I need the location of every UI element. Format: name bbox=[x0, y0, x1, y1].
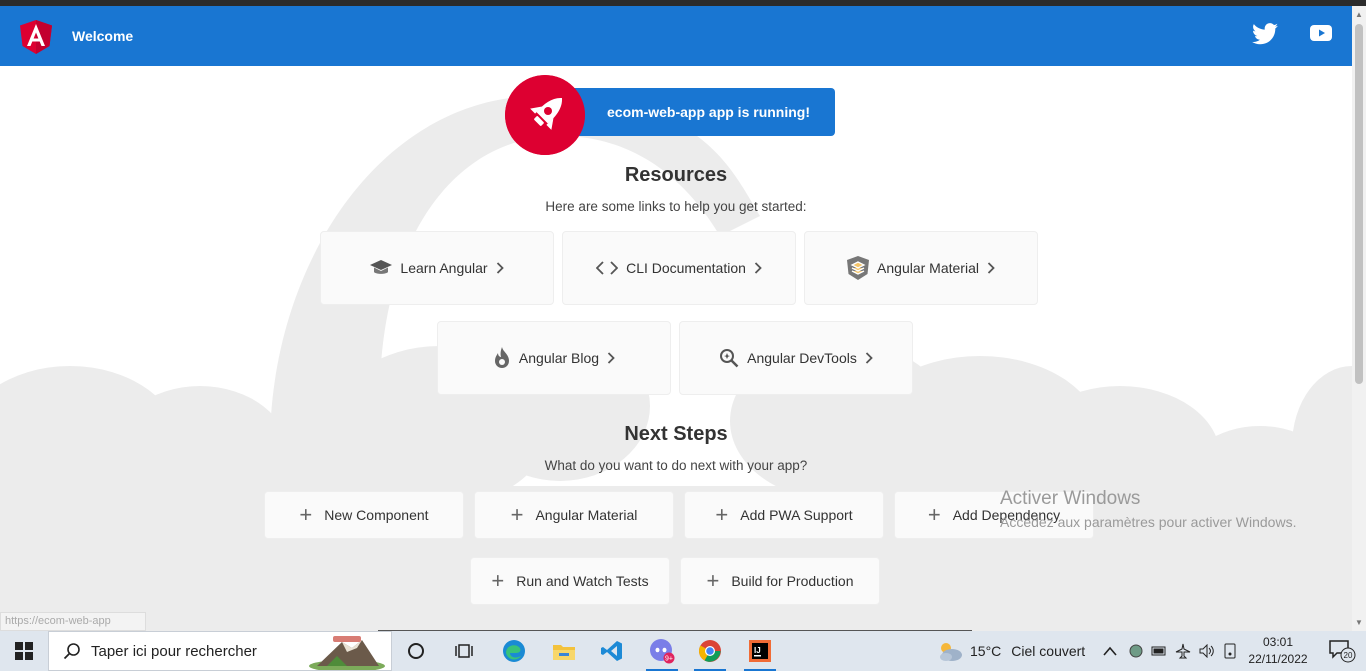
system-tray-icons bbox=[1103, 631, 1237, 671]
learn-angular-link[interactable]: Learn Angular bbox=[320, 231, 554, 305]
angular-blog-link[interactable]: Angular Blog bbox=[437, 321, 671, 395]
file-explorer-button[interactable] bbox=[540, 631, 588, 671]
app-toolbar: Welcome bbox=[0, 6, 1352, 66]
scroll-down-arrow-icon[interactable]: ▼ bbox=[1355, 618, 1363, 627]
graduation-cap-icon bbox=[370, 260, 393, 274]
learn-angular-label: Learn Angular bbox=[400, 260, 488, 276]
plus-icon: + bbox=[510, 502, 524, 527]
step-label: Run and Watch Tests bbox=[516, 573, 649, 589]
step-label: New Component bbox=[324, 507, 429, 523]
angular-material-step-button[interactable]: + Angular Material bbox=[474, 491, 674, 539]
chrome-icon bbox=[699, 640, 721, 662]
step-label: Build for Production bbox=[731, 573, 854, 589]
cli-documentation-label: CLI Documentation bbox=[626, 260, 746, 276]
windows-activation-watermark: Activer Windows Accédez aux paramètres p… bbox=[1000, 488, 1296, 530]
toolbar-title: Welcome bbox=[72, 28, 134, 44]
page-scrollbar[interactable]: ▲ ▼ bbox=[1352, 6, 1366, 631]
browser-status-url: https://ecom-web-app bbox=[0, 612, 146, 631]
main-content: ecom-web-app app is running! Resources H… bbox=[0, 66, 1352, 631]
svg-text:20: 20 bbox=[1344, 651, 1353, 660]
angular-material-link[interactable]: Angular Material bbox=[804, 231, 1038, 305]
resources-heading: Resources bbox=[624, 164, 728, 186]
intellij-icon: IJ bbox=[749, 640, 771, 662]
edge-taskbar-button[interactable] bbox=[490, 631, 538, 671]
cortana-button[interactable] bbox=[392, 631, 440, 671]
svg-text:IJ: IJ bbox=[754, 646, 761, 655]
windows-taskbar: Taper ici pour rechercher 9+ IJ 15°C Cie… bbox=[0, 631, 1366, 671]
chevron-right-icon bbox=[607, 352, 615, 364]
windows-logo-icon bbox=[15, 642, 33, 660]
weather-temperature: 15°C bbox=[970, 643, 1002, 659]
vscode-icon bbox=[601, 641, 622, 661]
taskbar-search-box[interactable]: Taper ici pour rechercher bbox=[48, 631, 392, 671]
activation-title: Activer Windows bbox=[1000, 488, 1141, 509]
clock-date: 22/11/2022 bbox=[1248, 652, 1308, 666]
next-steps-heading: Next Steps bbox=[624, 423, 728, 445]
device-icon[interactable] bbox=[1223, 643, 1237, 659]
resources-subheading: Here are some links to help you get star… bbox=[545, 199, 807, 214]
build-for-production-button[interactable]: + Build for Production bbox=[680, 557, 880, 605]
rocket-icon bbox=[505, 75, 585, 155]
weather-condition: Ciel couvert bbox=[1011, 643, 1086, 659]
battery-icon[interactable] bbox=[1151, 644, 1167, 658]
weather-widget[interactable]: 15°C Ciel couvert bbox=[936, 631, 1085, 671]
angular-devtools-label: Angular DevTools bbox=[747, 350, 857, 366]
notification-center-button[interactable]: 20 bbox=[1318, 631, 1366, 671]
angular-material-icon bbox=[847, 256, 870, 280]
file-explorer-icon bbox=[553, 645, 575, 660]
angular-devtools-link[interactable]: Angular DevTools bbox=[679, 321, 913, 395]
vscode-button[interactable] bbox=[588, 631, 636, 671]
search-placeholder: Taper ici pour rechercher bbox=[91, 642, 257, 660]
new-component-button[interactable]: + New Component bbox=[264, 491, 464, 539]
code-brackets-icon bbox=[596, 261, 619, 275]
plus-icon: + bbox=[299, 502, 313, 527]
plus-icon: + bbox=[491, 568, 505, 593]
volume-icon[interactable] bbox=[1199, 644, 1215, 658]
chevron-up-icon[interactable] bbox=[1103, 646, 1117, 656]
angular-blog-label: Angular Blog bbox=[518, 350, 600, 366]
chrome-button[interactable] bbox=[686, 631, 734, 671]
plus-icon: + bbox=[927, 502, 941, 527]
clock-time: 03:01 bbox=[1262, 635, 1294, 649]
notification-icon: 20 bbox=[1329, 640, 1356, 663]
status-dot-icon[interactable] bbox=[1129, 644, 1143, 658]
app-running-text: ecom-web-app app is running! bbox=[607, 104, 811, 120]
search-icon bbox=[63, 643, 80, 660]
cloudy-weather-icon bbox=[940, 643, 962, 661]
twitter-icon[interactable] bbox=[1252, 22, 1278, 46]
chevron-right-icon bbox=[865, 352, 873, 364]
youtube-icon[interactable] bbox=[1310, 25, 1332, 41]
plus-icon: + bbox=[715, 502, 729, 527]
task-view-icon bbox=[455, 644, 473, 658]
discord-icon: 9+ bbox=[650, 639, 675, 664]
flame-icon bbox=[494, 347, 509, 368]
taskbar-clock[interactable]: 03:01 22/11/2022 bbox=[1244, 634, 1312, 668]
plus-icon: + bbox=[706, 568, 720, 593]
chevron-right-icon bbox=[987, 262, 995, 274]
scroll-up-arrow-icon[interactable]: ▲ bbox=[1355, 10, 1363, 19]
cli-documentation-link[interactable]: CLI Documentation bbox=[562, 231, 796, 305]
cortana-icon bbox=[408, 643, 424, 659]
edge-icon bbox=[503, 640, 525, 662]
devtools-search-icon bbox=[720, 349, 739, 368]
airplane-mode-icon[interactable] bbox=[1175, 643, 1191, 659]
add-pwa-support-button[interactable]: + Add PWA Support bbox=[684, 491, 884, 539]
chevron-right-icon bbox=[754, 262, 762, 274]
step-label: Angular Material bbox=[535, 507, 638, 523]
discord-button[interactable]: 9+ bbox=[638, 631, 686, 671]
start-button[interactable] bbox=[0, 631, 48, 671]
angular-logo-icon[interactable] bbox=[20, 20, 52, 54]
svg-text:9+: 9+ bbox=[665, 656, 673, 663]
scrollbar-thumb[interactable] bbox=[1355, 24, 1363, 384]
angular-material-label: Angular Material bbox=[877, 260, 979, 276]
next-steps-subheading: What do you want to do next with your ap… bbox=[544, 458, 808, 473]
run-and-watch-tests-button[interactable]: + Run and Watch Tests bbox=[470, 557, 670, 605]
activation-subtitle: Accédez aux paramètres pour activer Wind… bbox=[1000, 514, 1297, 530]
step-label: Add PWA Support bbox=[740, 507, 853, 523]
task-view-button[interactable] bbox=[440, 631, 488, 671]
search-highlight-illustration bbox=[309, 636, 385, 670]
chevron-right-icon bbox=[496, 262, 504, 274]
intellij-button[interactable]: IJ bbox=[736, 631, 784, 671]
